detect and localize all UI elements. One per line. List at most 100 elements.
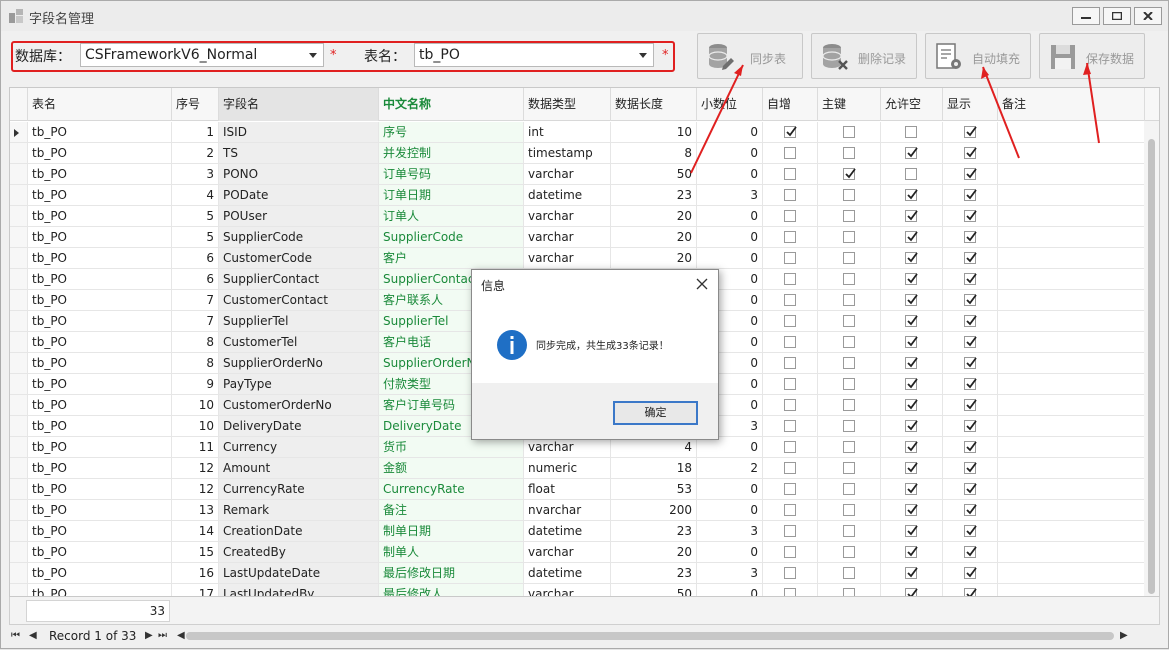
row-indicator[interactable]	[10, 584, 28, 596]
auto-checkbox[interactable]	[784, 378, 796, 390]
cell-show-checkbox-cell[interactable]	[943, 416, 998, 437]
chevron-down-icon[interactable]	[639, 53, 647, 58]
show-checkbox[interactable]	[964, 294, 977, 306]
show-checkbox[interactable]	[964, 567, 977, 579]
row-indicator[interactable]	[10, 395, 28, 416]
cell-pk-checkbox-cell[interactable]	[818, 122, 881, 143]
cell-table[interactable]: tb_PO	[28, 521, 172, 542]
show-checkbox[interactable]	[964, 399, 977, 411]
cell-auto-checkbox-cell[interactable]	[763, 206, 818, 227]
cell-remark[interactable]	[998, 143, 1145, 164]
pk-checkbox[interactable]	[843, 231, 855, 243]
show-checkbox[interactable]	[964, 273, 977, 285]
cell-auto-checkbox-cell[interactable]	[763, 269, 818, 290]
cell-cn[interactable]: 最后修改日期	[379, 563, 524, 584]
cell-seq[interactable]: 7	[172, 290, 219, 311]
nul-checkbox[interactable]	[905, 147, 918, 159]
save-data-button[interactable]: 保存数据	[1039, 33, 1145, 79]
cell-table[interactable]: tb_PO	[28, 416, 172, 437]
cell-show-checkbox-cell[interactable]	[943, 311, 998, 332]
cell-pk-checkbox-cell[interactable]	[818, 248, 881, 269]
cell-seq[interactable]: 9	[172, 374, 219, 395]
cell-field[interactable]: CreatedBy	[219, 542, 379, 563]
nul-checkbox[interactable]	[905, 231, 918, 243]
cell-type[interactable]: varchar	[524, 437, 611, 458]
chevron-down-icon[interactable]	[309, 53, 317, 58]
cell-seq[interactable]: 5	[172, 227, 219, 248]
pk-checkbox[interactable]	[843, 294, 855, 306]
cell-auto-checkbox-cell[interactable]	[763, 353, 818, 374]
cell-table[interactable]: tb_PO	[28, 311, 172, 332]
pk-checkbox[interactable]	[843, 126, 855, 138]
cell-cn[interactable]: 备注	[379, 500, 524, 521]
delete-record-button[interactable]: 删除记录	[811, 33, 917, 79]
show-checkbox[interactable]	[964, 588, 977, 596]
cell-seq[interactable]: 15	[172, 542, 219, 563]
auto-checkbox[interactable]	[784, 231, 796, 243]
auto-checkbox[interactable]	[784, 273, 796, 285]
cell-show-checkbox-cell[interactable]	[943, 248, 998, 269]
nul-checkbox[interactable]	[905, 294, 918, 306]
nul-checkbox[interactable]	[905, 483, 918, 495]
cell-type[interactable]: datetime	[524, 185, 611, 206]
nul-checkbox[interactable]	[905, 399, 918, 411]
auto-checkbox[interactable]	[784, 315, 796, 327]
cell-table[interactable]: tb_PO	[28, 164, 172, 185]
cell-cn[interactable]: 金额	[379, 458, 524, 479]
cell-nul-checkbox-cell[interactable]	[881, 143, 943, 164]
show-checkbox[interactable]	[964, 252, 977, 264]
cell-cn[interactable]: 订单人	[379, 206, 524, 227]
cell-dec[interactable]: 0	[697, 584, 763, 596]
cell-len[interactable]: 20	[611, 206, 697, 227]
nul-checkbox[interactable]	[905, 525, 918, 537]
cell-auto-checkbox-cell[interactable]	[763, 521, 818, 542]
cell-auto-checkbox-cell[interactable]	[763, 437, 818, 458]
column-header-decimal-places[interactable]: 小数位	[697, 88, 763, 121]
column-header-table-name[interactable]: 表名	[28, 88, 172, 121]
nul-checkbox[interactable]	[905, 588, 918, 596]
pk-checkbox[interactable]	[843, 525, 855, 537]
cell-dec[interactable]: 3	[697, 563, 763, 584]
minimize-button[interactable]	[1072, 7, 1100, 25]
cell-type[interactable]: varchar	[524, 248, 611, 269]
cell-len[interactable]: 8	[611, 143, 697, 164]
pk-checkbox[interactable]	[843, 357, 855, 369]
next-record-icon[interactable]: ▶	[145, 630, 153, 641]
column-header-primary-key[interactable]: 主键	[818, 88, 881, 121]
cell-table[interactable]: tb_PO	[28, 374, 172, 395]
cell-auto-checkbox-cell[interactable]	[763, 395, 818, 416]
cell-table[interactable]: tb_PO	[28, 584, 172, 596]
cell-nul-checkbox-cell[interactable]	[881, 248, 943, 269]
cell-remark[interactable]	[998, 122, 1145, 143]
cell-dec[interactable]: 0	[697, 206, 763, 227]
row-indicator[interactable]	[10, 248, 28, 269]
pk-checkbox[interactable]	[843, 588, 855, 596]
row-indicator[interactable]	[10, 542, 28, 563]
cell-len[interactable]: 18	[611, 458, 697, 479]
cell-remark[interactable]	[998, 290, 1145, 311]
cell-nul-checkbox-cell[interactable]	[881, 416, 943, 437]
table-row[interactable]: tb_PO 14 CreationDate 制单日期 datetime 23 3	[10, 521, 1145, 542]
cell-nul-checkbox-cell[interactable]	[881, 521, 943, 542]
cell-seq[interactable]: 7	[172, 311, 219, 332]
column-header-data-length[interactable]: 数据长度	[611, 88, 697, 121]
row-indicator[interactable]	[10, 269, 28, 290]
table-row[interactable]: tb_PO 13 Remark 备注 nvarchar 200 0	[10, 500, 1145, 521]
cell-show-checkbox-cell[interactable]	[943, 521, 998, 542]
row-indicator[interactable]	[10, 353, 28, 374]
row-indicator[interactable]	[10, 122, 28, 143]
cell-dec[interactable]: 0	[697, 227, 763, 248]
row-indicator[interactable]	[10, 143, 28, 164]
cell-len[interactable]: 20	[611, 227, 697, 248]
cell-nul-checkbox-cell[interactable]	[881, 395, 943, 416]
auto-checkbox[interactable]	[784, 504, 796, 516]
cell-dec[interactable]: 0	[697, 248, 763, 269]
table-row[interactable]: tb_PO 12 CurrencyRate CurrencyRate float 53 0	[10, 479, 1145, 500]
cell-show-checkbox-cell[interactable]	[943, 500, 998, 521]
row-indicator[interactable]	[10, 185, 28, 206]
cell-remark[interactable]	[998, 311, 1145, 332]
cell-table[interactable]: tb_PO	[28, 143, 172, 164]
auto-checkbox[interactable]	[784, 168, 796, 180]
row-indicator[interactable]	[10, 416, 28, 437]
column-header-data-type[interactable]: 数据类型	[524, 88, 611, 121]
